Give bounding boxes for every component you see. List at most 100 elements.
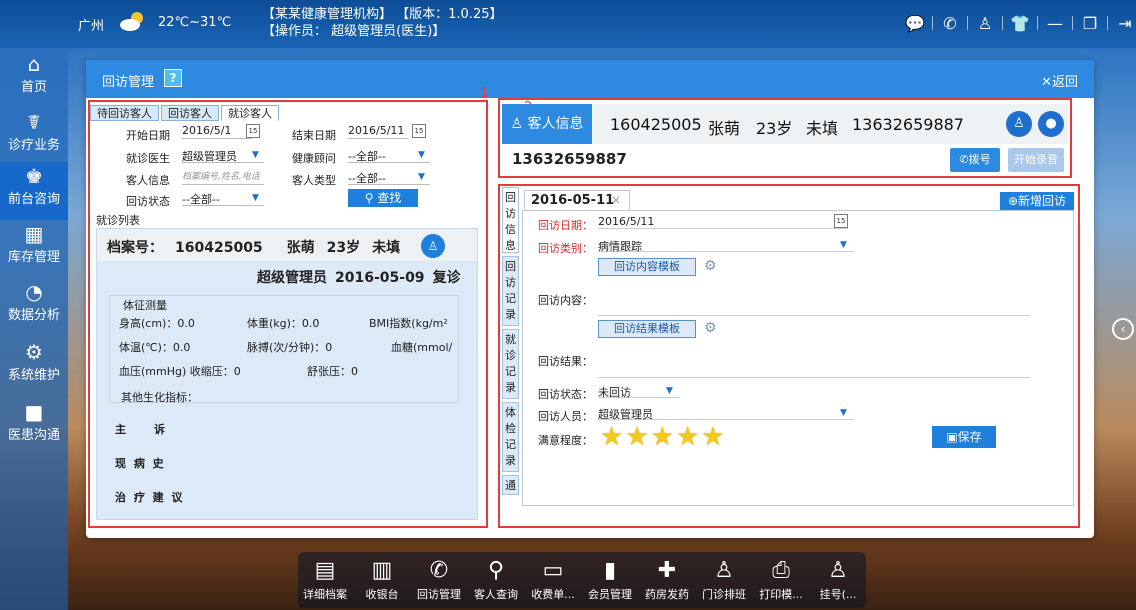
callback-content-label: 回访内容： [538,294,593,307]
back-button[interactable]: ✕返回 [1041,71,1078,90]
message-icon[interactable]: 💬 [904,12,926,34]
callback-category-select[interactable]: 病情跟踪 [598,238,854,253]
divider [932,16,933,30]
chevron-left-icon[interactable]: ‹ [1112,318,1134,340]
add-callback-button[interactable]: ⊕新增回访 [1000,192,1074,210]
chevron-down-icon: ▼ [252,193,259,203]
dock-item[interactable]: ▭ 收费单... [528,556,578,602]
tab-checkup-records[interactable]: 体检记录 [502,402,519,472]
calendar-icon[interactable]: 15 [834,214,848,228]
result-template-button[interactable]: 回访结果模板 [598,320,696,338]
callback-date-input[interactable]: 2016/5/11 [598,215,848,229]
tab-visit-customers[interactable]: 就诊客人 [221,105,279,121]
dock-item[interactable]: ▥ 收银台 [357,556,407,602]
callback-content-input[interactable] [598,302,1030,316]
user-icon: ♙ [510,116,528,132]
content-template-button[interactable]: 回访内容模板 [598,258,696,276]
nav-system[interactable]: ⚙ 系统维护 [0,338,68,396]
dock-item[interactable]: ▮ 会员管理 [585,556,635,602]
chevron-down-icon: ▼ [418,150,425,160]
dock-item-label: 收银台 [365,588,399,601]
dock-item[interactable]: ✚ 药房发药 [642,556,692,602]
star-icon[interactable]: ★ [701,423,724,451]
divider [1072,16,1073,30]
phone-icon[interactable]: ✆ [939,12,961,34]
callback-person-select[interactable]: 超级管理员 [598,406,854,421]
nav-label: 前台咨询 [7,192,60,207]
minimize-icon[interactable]: — [1044,12,1066,34]
search-button[interactable]: ⚲ 查找 [348,189,418,207]
nav-label: 系统维护 [7,368,60,383]
satisfaction-rating[interactable]: ★ ★ ★ ★ ★ [600,423,725,451]
register-icon: ♙ [828,558,848,583]
dock-item-label: 收费单... [531,588,575,601]
phone-input[interactable]: 13632659887 [512,150,627,168]
close-icon[interactable]: × [611,193,621,207]
calendar-icon[interactable]: 15 [246,124,260,138]
calendar-icon[interactable]: 15 [412,124,426,138]
nav-communication[interactable]: ■ 医患沟通 [0,398,68,456]
customer-age: 23岁 [326,240,361,256]
dock-item-label: 回访管理 [417,588,461,601]
plus-icon: ⊕ [1007,194,1019,208]
customer-info-label: 客人信息 [126,174,170,187]
dock-item-label: 挂号(... [819,588,857,601]
user-icon[interactable]: ♙ [974,12,996,34]
doctor-label: 就诊医生 [126,152,170,165]
callback-category-label: 回访类别： [538,242,593,255]
tab-visit-records[interactable]: 就诊记录 [502,329,519,399]
restore-icon[interactable]: ❐ [1079,12,1101,34]
nav-analytics[interactable]: ◔ 数据分析 [0,278,68,336]
star-icon[interactable]: ★ [651,423,674,451]
bill-icon: ▭ [542,558,564,583]
customer-card-icon[interactable]: ♙ [421,234,445,258]
save-button[interactable]: ▣保存 [932,426,996,448]
divider [1002,16,1003,30]
print-icon: ⎙ [772,558,790,583]
help-icon[interactable]: ? [164,69,182,87]
customer-search-input[interactable]: 档案编号,姓名,电话 [182,170,264,185]
star-icon[interactable]: ★ [625,423,648,451]
dock-item[interactable]: ♙ 门诊排班 [699,556,749,602]
tab-callback-customers[interactable]: 回访客人 [161,105,219,121]
callback-result-input[interactable] [598,364,1030,378]
logout-icon[interactable]: ⇥ [1114,12,1136,34]
start-recording-button[interactable]: 开始录音 [1008,148,1064,172]
dock-item[interactable]: ♙ 挂号(... [813,556,863,602]
gear-icon[interactable]: ⚙ [704,258,717,274]
gear-icon[interactable]: ⚙ [704,320,717,336]
vitals-title: 体征测量 [121,297,169,313]
dial-button[interactable]: ✆拨号 [950,148,1000,172]
dock-item[interactable]: ⚲ 客人查询 [471,556,521,602]
profile-icon: ▤ [314,558,336,583]
star-icon[interactable]: ★ [676,423,699,451]
shirt-icon[interactable]: 👕 [1009,12,1031,34]
tab-callback-records[interactable]: 回访记录 [502,256,519,326]
top-bar: 广州 22℃~31℃ 【某某健康管理机构】 【版本：1.0.25】 【操作员： … [0,0,1136,48]
dock-item[interactable]: ▤ 详细档案 [300,556,350,602]
dock-item-label: 打印模... [759,588,803,601]
start-date-input[interactable]: 2016/5/1 [182,124,252,139]
end-date-input[interactable]: 2016/5/11 [348,124,408,139]
window-title: 回访管理 [102,75,155,90]
tab-pending-callback[interactable]: 待回访客人 [90,105,159,121]
customer-info-tab[interactable]: ♙ 客人信息 [502,104,592,144]
nav-reception[interactable]: ♚ 前台咨询 [0,162,68,220]
nav-treatment[interactable]: ☤ 诊疗业务 [0,108,68,166]
tab-callback-info[interactable]: 回访信息 [502,187,519,253]
visit-card[interactable]: 档案号： 160425005 张萌 23岁 未填 ♙ 超级管理员 2016-05-09 复诊… [96,228,478,520]
chat-icon[interactable]: ● [1038,111,1064,137]
nav-inventory[interactable]: ▦ 库存管理 [0,220,68,278]
divider [1107,16,1108,30]
dock-item[interactable]: ⎙ 打印模... [756,556,806,602]
tab-more[interactable]: 通 [502,475,519,495]
callback-history-icon[interactable]: ♙ [1006,111,1032,137]
reception-icon: ♚ [25,164,43,188]
customer-gender: 未填 [372,240,401,256]
star-icon[interactable]: ★ [600,423,623,451]
member-icon: ▮ [603,558,617,583]
callback-date-tab[interactable]: 2016-05-11 × [524,190,630,210]
pharmacy-icon: ✚ [657,558,677,583]
nav-home[interactable]: ⌂ 首页 [0,50,68,108]
dock-item[interactable]: ✆ 回访管理 [414,556,464,602]
